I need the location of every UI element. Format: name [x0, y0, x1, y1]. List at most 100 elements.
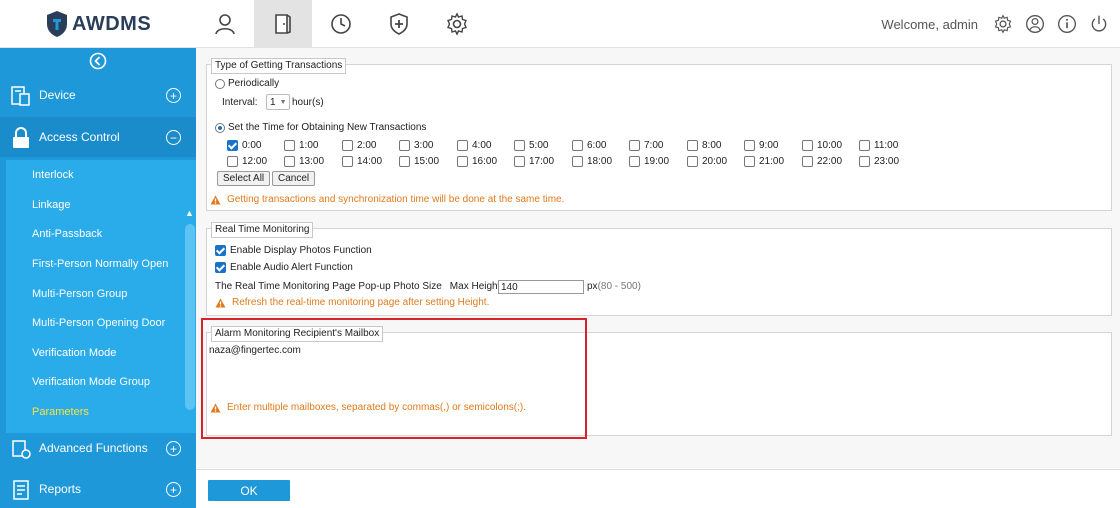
nav-attendance[interactable]: [312, 0, 370, 48]
expand-icon: +: [166, 482, 181, 497]
menu-reports[interactable]: Reports +: [0, 469, 196, 508]
hour-option[interactable]: 11:00: [859, 140, 898, 151]
settings-button[interactable]: [992, 13, 1014, 35]
shield-logo-icon: [47, 11, 67, 37]
hour-option[interactable]: 22:00: [802, 156, 842, 167]
menu-reports-label: Reports: [39, 482, 82, 496]
cancel-button[interactable]: Cancel: [272, 171, 316, 186]
sidebar-item-parameters[interactable]: Parameters: [32, 406, 89, 418]
hour-checkbox[interactable]: [342, 140, 353, 151]
hour-option[interactable]: 1:00: [284, 140, 318, 151]
hour-option[interactable]: 19:00: [629, 156, 669, 167]
hour-option[interactable]: 9:00: [744, 140, 778, 151]
hour-option[interactable]: 7:00: [629, 140, 663, 151]
sidebar-item-linkage[interactable]: Linkage: [32, 199, 71, 211]
nav-security[interactable]: [370, 0, 428, 48]
hour-checkbox[interactable]: [514, 156, 525, 167]
menu-access-control[interactable]: Access Control −: [0, 117, 196, 157]
audio-alert-option[interactable]: Enable Audio Alert Function: [215, 262, 353, 273]
ok-button[interactable]: OK: [208, 480, 290, 501]
hour-checkbox[interactable]: [399, 140, 410, 151]
display-photos-option[interactable]: Enable Display Photos Function: [215, 245, 372, 256]
top-right-tools: Welcome, admin: [881, 0, 1110, 48]
periodically-option[interactable]: Periodically: [215, 78, 279, 89]
hour-option[interactable]: 2:00: [342, 140, 376, 151]
display-photos-label: Enable Display Photos Function: [230, 245, 372, 256]
sidebar-item-interlock[interactable]: Interlock: [32, 169, 74, 181]
hour-checkbox[interactable]: [284, 156, 295, 167]
sidebar-item-verification-mode[interactable]: Verification Mode: [32, 347, 116, 359]
nav-personnel[interactable]: [196, 0, 254, 48]
set-time-radio[interactable]: [215, 122, 225, 133]
display-photos-checkbox[interactable]: [215, 245, 226, 256]
hour-option[interactable]: 16:00: [457, 156, 497, 167]
hour-option[interactable]: 20:00: [687, 156, 727, 167]
sidebar-item-verification-mode-group[interactable]: Verification Mode Group: [32, 376, 150, 388]
hour-checkbox[interactable]: [859, 156, 870, 167]
hour-checkbox[interactable]: [572, 140, 583, 151]
report-icon: [13, 480, 29, 500]
hour-option[interactable]: 4:00: [457, 140, 491, 151]
logout-button[interactable]: [1088, 13, 1110, 35]
footer-bar: OK: [196, 469, 1120, 508]
hour-checkbox[interactable]: [687, 156, 698, 167]
hour-checkbox[interactable]: [802, 156, 813, 167]
max-height-label: Max Height:: [449, 281, 504, 292]
sidebar-item-multi-person-opening-door[interactable]: Multi-Person Opening Door: [32, 317, 165, 329]
hour-checkbox[interactable]: [629, 140, 640, 151]
menu-device[interactable]: Device +: [0, 75, 196, 115]
hour-option[interactable]: 0:00: [227, 140, 261, 151]
hour-checkbox[interactable]: [859, 140, 870, 151]
hour-option[interactable]: 21:00: [744, 156, 784, 167]
periodically-radio[interactable]: [215, 78, 225, 89]
hour-checkbox[interactable]: [514, 140, 525, 151]
hour-label: 21:00: [759, 156, 785, 167]
max-height-input[interactable]: 140: [498, 280, 584, 294]
hour-option[interactable]: 17:00: [514, 156, 554, 167]
periodically-label: Periodically: [228, 78, 280, 89]
hour-option[interactable]: 3:00: [399, 140, 433, 151]
gear-icon: [447, 12, 467, 36]
collapse-sidebar-button[interactable]: [0, 48, 196, 74]
hour-checkbox[interactable]: [629, 156, 640, 167]
sidebar-item-multi-person-group[interactable]: Multi-Person Group: [32, 288, 127, 300]
hour-checkbox[interactable]: [744, 156, 755, 167]
hour-option[interactable]: 13:00: [284, 156, 324, 167]
transactions-warning: Getting transactions and synchronization…: [210, 194, 564, 205]
hour-checkbox[interactable]: [802, 140, 813, 151]
scroll-up-icon[interactable]: ▲: [185, 208, 194, 218]
select-all-button[interactable]: Select All: [217, 171, 271, 186]
hour-option[interactable]: 18:00: [572, 156, 612, 167]
sidebar-item-anti-passback[interactable]: Anti-Passback: [32, 228, 102, 240]
hour-checkbox[interactable]: [572, 156, 583, 167]
user-profile-button[interactable]: [1024, 13, 1046, 35]
hour-checkbox[interactable]: [399, 156, 410, 167]
hour-checkbox[interactable]: [457, 156, 468, 167]
hour-checkbox[interactable]: [227, 140, 238, 151]
hour-checkbox[interactable]: [744, 140, 755, 151]
menu-advanced-functions[interactable]: Advanced Functions +: [0, 428, 196, 468]
hour-option[interactable]: 5:00: [514, 140, 548, 151]
hour-option[interactable]: 8:00: [687, 140, 721, 151]
hour-checkbox[interactable]: [687, 140, 698, 151]
set-time-option[interactable]: Set the Time for Obtaining New Transacti…: [215, 122, 426, 133]
hour-checkbox[interactable]: [342, 156, 353, 167]
sidebar-item-first-person-normally-open[interactable]: First-Person Normally Open: [32, 258, 168, 270]
info-button[interactable]: [1056, 13, 1078, 35]
hour-option[interactable]: 23:00: [859, 156, 899, 167]
hour-option[interactable]: 14:00: [342, 156, 382, 167]
interval-select[interactable]: 1 ▼: [266, 94, 290, 110]
advanced-functions-icon: [12, 440, 31, 459]
hour-checkbox[interactable]: [227, 156, 238, 167]
hour-checkbox[interactable]: [284, 140, 295, 151]
set-time-label: Set the Time for Obtaining New Transacti…: [228, 122, 427, 133]
hour-option[interactable]: 15:00: [399, 156, 439, 167]
hour-option[interactable]: 10:00: [802, 140, 842, 151]
hour-option[interactable]: 6:00: [572, 140, 606, 151]
nav-system[interactable]: [428, 0, 486, 48]
sidebar-scrollbar[interactable]: [185, 224, 195, 410]
audio-alert-checkbox[interactable]: [215, 262, 226, 273]
hour-option[interactable]: 12:00: [227, 156, 267, 167]
hour-checkbox[interactable]: [457, 140, 468, 151]
nav-access-control[interactable]: [254, 0, 312, 48]
